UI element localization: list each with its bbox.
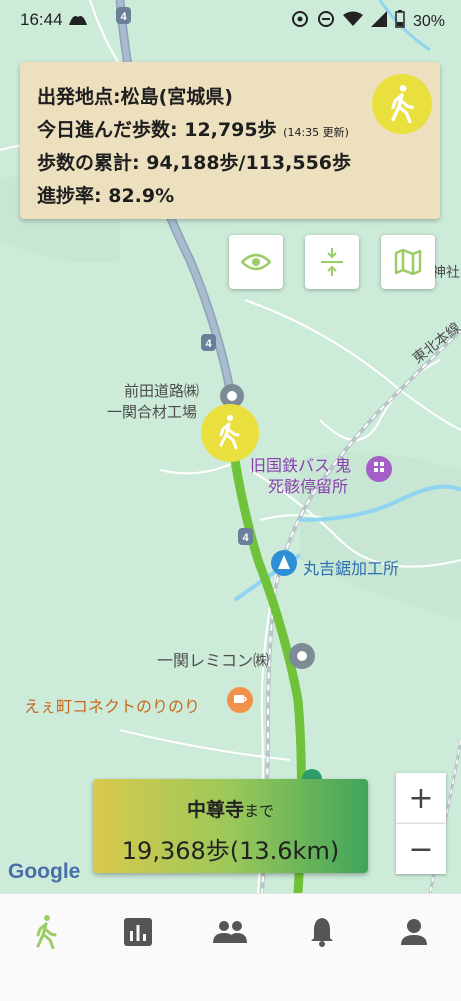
signal-icon — [370, 11, 387, 32]
progress-value: 82.9% — [108, 185, 175, 207]
eye-icon — [241, 253, 271, 271]
destination-remaining: 19,368歩(13.6km) — [121, 837, 340, 865]
walking-person-icon — [391, 85, 414, 123]
route-4-shield-low: 4 — [238, 528, 253, 545]
vertical-align-center-icon — [321, 248, 343, 276]
visibility-button[interactable] — [229, 235, 283, 289]
dnd-icon — [317, 10, 335, 33]
bar-chart-icon — [124, 918, 152, 946]
today-steps-value: 12,795歩 — [184, 119, 277, 141]
destination-card[interactable]: 中尊寺まで 19,368歩(13.6km) — [93, 779, 368, 873]
bell-icon — [311, 918, 333, 947]
bottom-navigation — [0, 893, 461, 1001]
compress-route-button[interactable] — [305, 235, 359, 289]
nav-notifications-tab[interactable] — [302, 912, 342, 952]
map-label-maeda: 前田道路㈱ — [124, 382, 200, 400]
nav-profile-tab[interactable] — [394, 912, 434, 952]
total-steps-value: 94,188歩/113,556歩 — [146, 152, 352, 174]
map-label-shrine: 神社 — [432, 265, 460, 281]
sync-icon — [291, 10, 309, 33]
svg-text:4: 4 — [242, 532, 249, 544]
person-icon — [401, 919, 427, 945]
google-logo-text: Google — [8, 860, 81, 883]
wifi-icon — [342, 11, 363, 32]
nav-friends-tab[interactable] — [210, 912, 250, 952]
progress-label: 進捗率: — [37, 185, 109, 207]
google-logo: Google — [8, 860, 80, 884]
total-steps-row: 歩数の累計: 94,188歩/113,556歩 — [37, 148, 351, 175]
zoom-out-button[interactable]: − — [396, 823, 446, 874]
walking-person-icon — [36, 915, 57, 949]
destination-title: 中尊寺まで — [93, 795, 368, 822]
battery-percent: 30% — [412, 12, 445, 30]
poi-pin-bus[interactable] — [366, 456, 392, 482]
status-bar: 16:44 30% — [0, 0, 461, 38]
poi-pin-maruyoshi[interactable] — [271, 550, 297, 576]
zoom-in-button[interactable]: + — [396, 773, 446, 823]
progress-row: 進捗率: 82.9% — [37, 181, 174, 208]
group-icon — [213, 921, 247, 943]
battery-icon — [395, 10, 405, 33]
map-label-maruyoshi: 丸吉鋸加工所 — [303, 559, 400, 578]
map-label-remicon: 一関レミコン㈱ — [157, 651, 270, 670]
origin-label: 出発地点: — [37, 86, 121, 108]
status-time: 16:44 — [20, 10, 63, 29]
svg-text:4: 4 — [205, 338, 212, 350]
walk-button[interactable] — [372, 74, 432, 134]
origin-row: 出発地点:松島(宮城県) — [37, 82, 233, 109]
origin-value: 松島(宮城県) — [120, 86, 233, 108]
destination-name: 中尊寺 — [186, 799, 244, 821]
map-label-ichinoseki-gouzai: 一関合材工場 — [107, 403, 198, 421]
route-4-shield-mid: 4 — [201, 334, 216, 351]
today-updated-time: (14:35 更新) — [283, 126, 349, 139]
map-label-connect: えぇ町コネクトのりのり — [24, 697, 201, 716]
notification-icon — [67, 11, 89, 31]
total-steps-label: 歩数の累計: — [37, 152, 147, 174]
map-label-bus-2: 死骸停留所 — [268, 477, 349, 496]
nav-walk-tab[interactable] — [26, 912, 66, 952]
poi-pin-connect[interactable] — [227, 687, 253, 713]
today-steps-row: 今日進んだ歩数: 12,795歩 (14:35 更新) — [37, 115, 349, 142]
poi-pin-remicon[interactable] — [289, 643, 315, 669]
nav-stats-tab[interactable] — [118, 912, 158, 952]
destination-suffix: まで — [244, 802, 275, 820]
map-icon — [394, 249, 422, 275]
today-steps-label: 今日進んだ歩数: — [37, 119, 185, 141]
map-type-button[interactable] — [381, 235, 435, 289]
